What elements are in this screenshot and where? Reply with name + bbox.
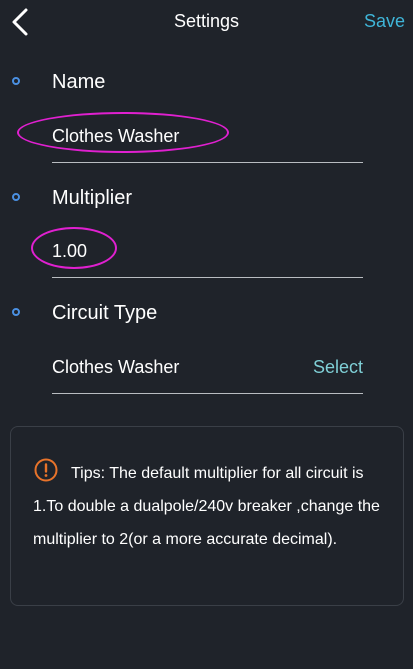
page-title: Settings [173, 11, 240, 31]
circuit-type-bullet-icon [12, 308, 20, 316]
name-field[interactable]: Clothes Washer [52, 117, 363, 163]
circuit-type-label: Circuit Type [52, 302, 158, 324]
multiplier-label: Multiplier [52, 187, 133, 209]
multiplier-value: 1.00 [52, 241, 88, 261]
header-bar: Settings Save [0, 0, 413, 44]
name-label: Name [52, 71, 106, 93]
select-button[interactable]: Select [313, 357, 363, 378]
tips-text: Tips: The default multiplier for all cir… [33, 465, 380, 548]
name-value: Clothes Washer [52, 126, 180, 146]
circuit-type-field: Clothes Washer Select [52, 348, 363, 394]
name-bullet-icon [12, 77, 20, 85]
multiplier-field[interactable]: 1.00 [52, 232, 363, 278]
tips-box: Tips: The default multiplier for all cir… [10, 426, 404, 606]
circuit-type-value: Clothes Washer [52, 357, 180, 377]
save-button[interactable]: Save [364, 11, 405, 32]
multiplier-bullet-icon [12, 193, 20, 201]
